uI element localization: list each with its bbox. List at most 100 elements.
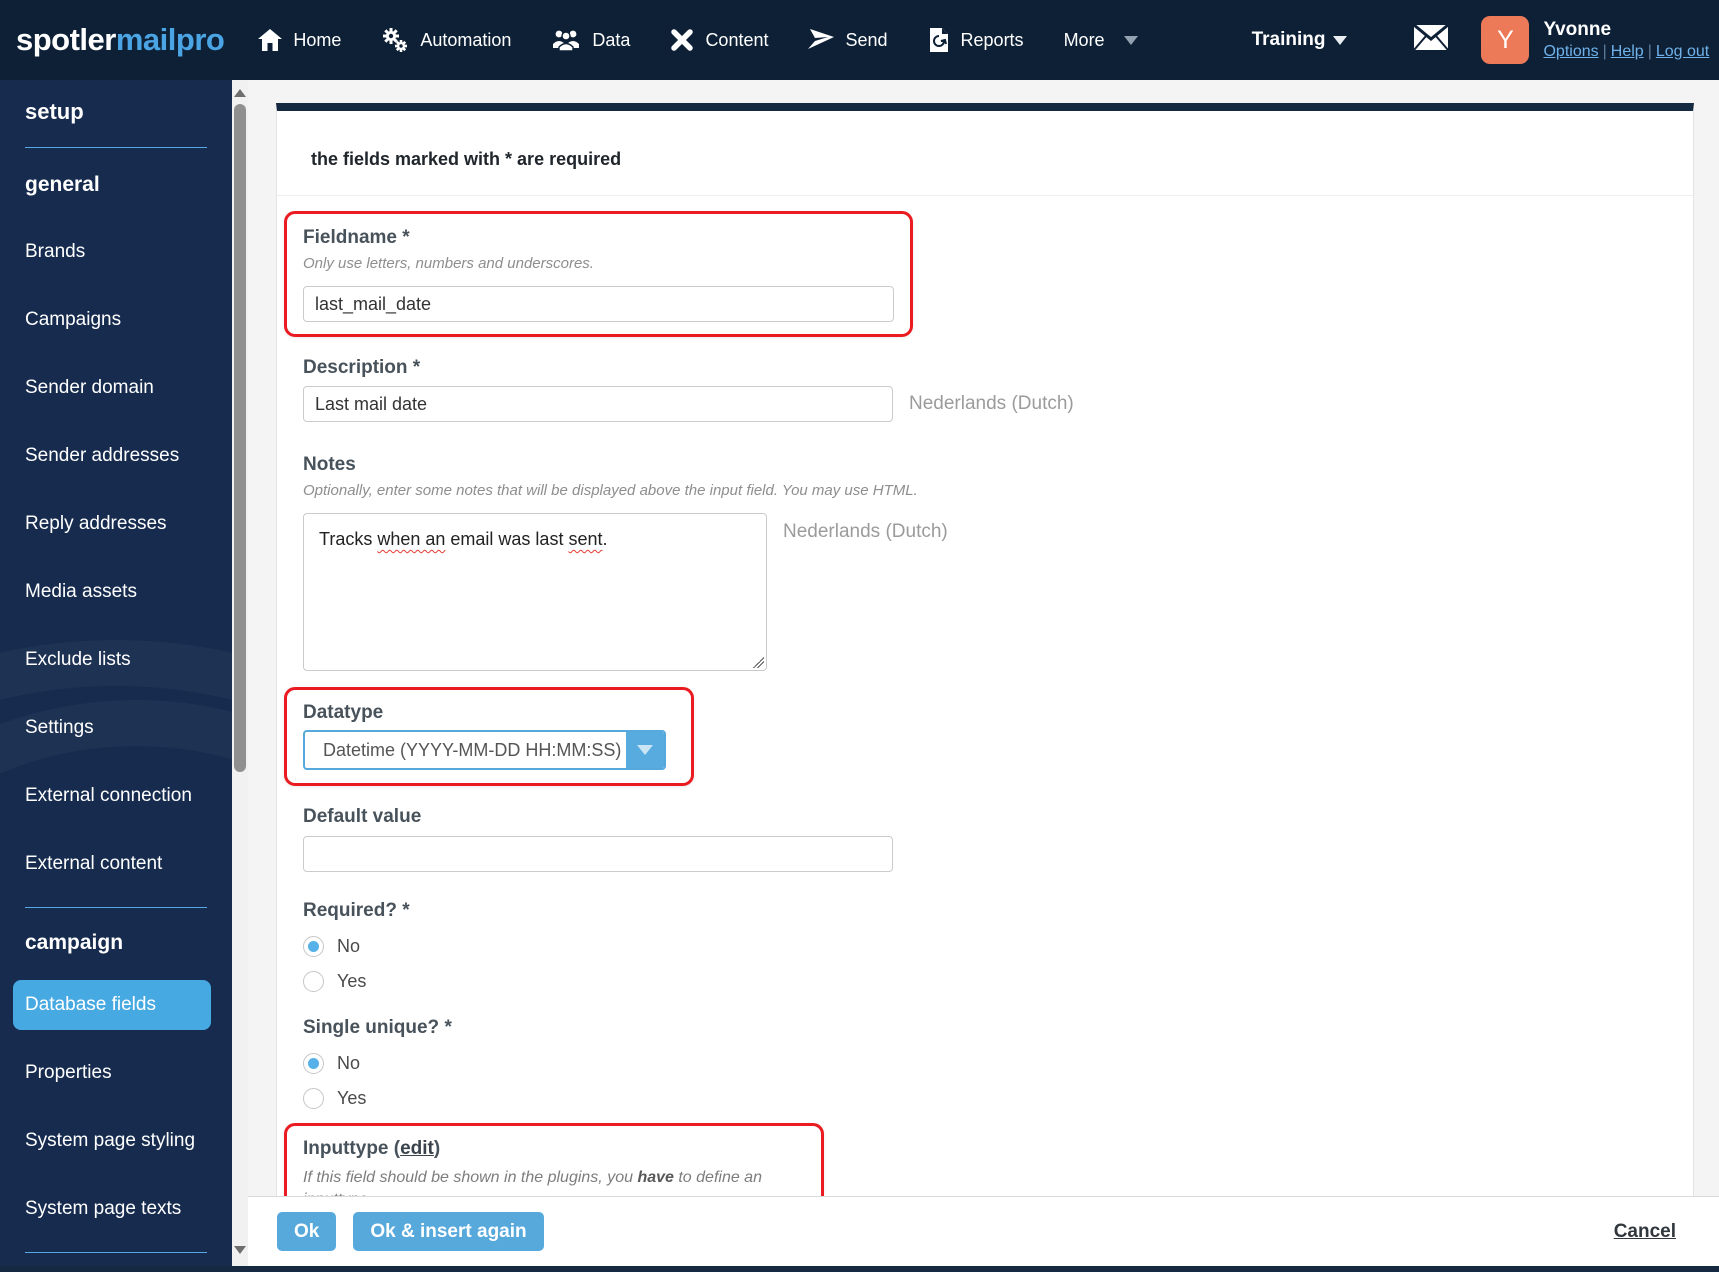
- sidebar-item-brands[interactable]: Brands: [13, 227, 211, 277]
- single-unique-option-no[interactable]: No: [303, 1053, 360, 1074]
- main-nav: Home Automation Data Content Send Report…: [258, 27, 1138, 53]
- notes-text: Tracks: [319, 529, 378, 549]
- notes-textarea[interactable]: Tracks when an email was last sent.: [303, 513, 767, 671]
- nav-item-home[interactable]: Home: [258, 29, 341, 51]
- sidebar-item-database-fields[interactable]: Database fields: [13, 980, 211, 1030]
- radio-selected-icon[interactable]: [303, 1053, 324, 1074]
- radio-unselected-icon[interactable]: [303, 1088, 324, 1109]
- inbox-button[interactable]: [1413, 23, 1450, 56]
- user-avatar[interactable]: Y: [1481, 16, 1530, 64]
- chevron-down-icon: [1333, 35, 1348, 45]
- sidebar-item-settings[interactable]: Settings: [13, 703, 211, 753]
- sidebar-item-media-assets[interactable]: Media assets: [13, 567, 211, 617]
- datatype-label: Datatype: [303, 702, 384, 723]
- chevron-down-icon: [637, 745, 653, 755]
- required-option-no[interactable]: No: [303, 936, 360, 957]
- nav-item-label: More: [1063, 29, 1105, 50]
- scroll-down-arrow[interactable]: [232, 1242, 248, 1258]
- radio-option-label: Yes: [337, 1088, 367, 1108]
- link-separator: |: [1647, 42, 1652, 60]
- nav-item-more[interactable]: More: [1064, 30, 1138, 51]
- ok-insert-again-button[interactable]: Ok & insert again: [353, 1212, 544, 1251]
- help-link[interactable]: Help: [1611, 43, 1644, 60]
- description-input[interactable]: [303, 386, 893, 422]
- inputtype-label-text: Inputtype (: [303, 1138, 401, 1159]
- fieldname-label: Fieldname *: [303, 227, 410, 248]
- radio-selected-icon[interactable]: [303, 936, 324, 957]
- sidebar-section-general: general: [25, 173, 100, 196]
- default-value-input[interactable]: [303, 836, 893, 872]
- radio-unselected-icon[interactable]: [303, 971, 324, 992]
- textarea-resize-handle[interactable]: [753, 657, 764, 668]
- nav-item-label: Data: [592, 29, 631, 50]
- app-root: spotlermailpro Home Automation Data Cont…: [0, 0, 1719, 1272]
- field-edit-card: the fields marked with * are required Fi…: [276, 103, 1694, 1272]
- notes-group: Notes Optionally, enter some notes that …: [303, 453, 1693, 671]
- sidebar-item-campaigns[interactable]: Campaigns: [13, 295, 211, 345]
- notes-text: .: [602, 529, 608, 549]
- envelope-icon: [1413, 23, 1450, 56]
- nav-item-content[interactable]: Content: [670, 28, 768, 52]
- radio-option-label: Yes: [337, 971, 367, 991]
- main-content: the fields marked with * are required Fi…: [248, 80, 1719, 1272]
- description-label: Description *: [303, 357, 421, 378]
- inputtype-edit-link[interactable]: edit: [400, 1138, 434, 1159]
- notes-text-misspelled: sent: [568, 529, 603, 549]
- logo-part-mailpro: mailpro: [115, 22, 225, 57]
- fieldname-helper: Only use letters, numbers and underscore…: [303, 255, 594, 272]
- sidebar-item-external-connection[interactable]: External connection: [13, 771, 211, 821]
- sidebar-item-exclude-lists[interactable]: Exclude lists: [13, 635, 211, 685]
- content-x-icon: [670, 28, 694, 52]
- setup-sidebar: setup general Brands Campaigns Sender do…: [0, 80, 232, 1266]
- description-group: Description * Nederlands (Dutch): [303, 356, 1693, 422]
- nav-item-label: Content: [705, 29, 769, 50]
- avatar-initial: Y: [1497, 25, 1514, 54]
- radio-option-label: No: [337, 936, 361, 956]
- fieldname-input[interactable]: [303, 286, 894, 322]
- user-name: Yvonne: [1543, 19, 1612, 41]
- sidebar-item-sender-addresses[interactable]: Sender addresses: [13, 431, 211, 481]
- datatype-selected-value: Datetime (YYYY-MM-DD HH:MM:SS): [323, 739, 622, 760]
- inputtype-label-text: ): [433, 1138, 441, 1159]
- account-selector[interactable]: Training: [1196, 29, 1348, 51]
- single-unique-label: Single unique? *: [303, 1017, 452, 1038]
- single-unique-option-yes[interactable]: Yes: [303, 1088, 366, 1109]
- options-link[interactable]: Options: [1543, 43, 1598, 60]
- automation-gears-icon: [381, 27, 409, 53]
- nav-item-automation[interactable]: Automation: [381, 27, 511, 53]
- description-language-label: Nederlands (Dutch): [909, 393, 1074, 414]
- brand-logo[interactable]: spotlermailpro: [16, 22, 225, 58]
- sidebar-item-reply-addresses[interactable]: Reply addresses: [13, 499, 211, 549]
- data-users-icon: [551, 29, 581, 51]
- user-block: Yvonne Options | Help | Log out: [1543, 18, 1709, 62]
- sidebar-item-external-content[interactable]: External content: [13, 839, 211, 889]
- datatype-select[interactable]: Datetime (YYYY-MM-DD HH:MM:SS): [303, 730, 666, 770]
- cancel-link[interactable]: Cancel: [1614, 1221, 1676, 1243]
- nav-item-data[interactable]: Data: [551, 29, 630, 51]
- reports-file-icon: [928, 27, 950, 53]
- bottom-edge-bar: [0, 1266, 1719, 1272]
- sidebar-divider: [25, 147, 207, 148]
- vertical-scrollbar[interactable]: [232, 80, 248, 1266]
- sidebar-item-sender-domain[interactable]: Sender domain: [13, 363, 211, 413]
- ok-button[interactable]: Ok: [277, 1212, 337, 1251]
- sidebar-item-properties[interactable]: Properties: [13, 1048, 211, 1098]
- logo-part-spotler: spotler: [16, 22, 116, 57]
- top-navbar: spotlermailpro Home Automation Data Cont…: [0, 0, 1719, 80]
- notes-label: Notes: [303, 454, 356, 475]
- scrollbar-thumb[interactable]: [234, 104, 246, 772]
- nav-item-reports[interactable]: Reports: [928, 27, 1024, 53]
- sidebar-item-system-page-styling[interactable]: System page styling: [13, 1116, 211, 1166]
- nav-item-label: Home: [293, 29, 342, 50]
- card-divider: [277, 195, 1693, 196]
- nav-item-send[interactable]: Send: [808, 28, 888, 52]
- single-unique-group: Single unique? * No Yes: [303, 1016, 1693, 1109]
- select-dropdown-button[interactable]: [626, 732, 664, 768]
- logout-link[interactable]: Log out: [1656, 43, 1709, 60]
- scroll-up-arrow[interactable]: [232, 85, 248, 101]
- nav-item-label: Automation: [420, 29, 512, 50]
- notes-helper: Optionally, enter some notes that will b…: [303, 482, 918, 499]
- sidebar-section-campaign: campaign: [25, 931, 124, 954]
- required-option-yes[interactable]: Yes: [303, 971, 366, 992]
- sidebar-item-system-page-texts[interactable]: System page texts: [13, 1184, 211, 1234]
